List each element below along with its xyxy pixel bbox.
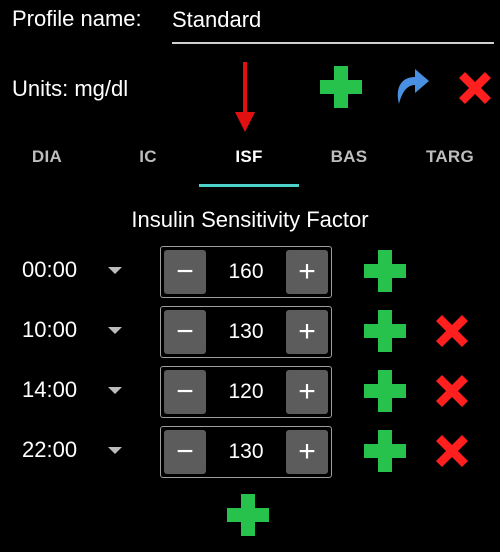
increment-button[interactable]: + (286, 250, 328, 294)
increment-button[interactable]: + (286, 310, 328, 354)
units-label: Units: mg/dl (12, 76, 129, 101)
plus-icon (227, 494, 269, 536)
dropdown-arrow-icon[interactable] (108, 387, 122, 395)
delete-profile-button[interactable] (455, 68, 495, 113)
isf-row: 22:00 − 130 + (0, 422, 500, 482)
decrement-button[interactable]: − (164, 370, 206, 414)
add-row-button[interactable] (362, 308, 408, 359)
close-icon (459, 72, 491, 104)
add-profile-button[interactable] (318, 64, 364, 115)
isf-row: 10:00 − 130 + (0, 302, 500, 362)
annotation-arrow-icon (235, 62, 255, 132)
value-stepper: − 160 + (160, 246, 332, 298)
add-row-button[interactable] (362, 368, 408, 419)
add-entry-button[interactable] (225, 492, 271, 543)
dropdown-arrow-icon[interactable] (108, 267, 122, 275)
plus-icon (364, 370, 406, 412)
time-select[interactable]: 10:00 (22, 317, 77, 343)
stepper-value[interactable]: 130 (209, 440, 283, 464)
close-icon (436, 435, 468, 467)
decrement-button[interactable]: − (164, 250, 206, 294)
tab-ic[interactable]: IC (98, 146, 198, 186)
tab-isf[interactable]: ISF (199, 146, 299, 186)
profile-name-input[interactable] (172, 2, 494, 44)
isf-row: 00:00 − 160 + (0, 242, 500, 302)
section-title: Insulin Sensitivity Factor (131, 207, 369, 232)
time-select[interactable]: 14:00 (22, 377, 77, 403)
stepper-value[interactable]: 130 (209, 320, 283, 344)
delete-row-button[interactable] (432, 311, 472, 356)
delete-row-button[interactable] (432, 431, 472, 476)
value-stepper: − 130 + (160, 306, 332, 358)
increment-button[interactable]: + (286, 430, 328, 474)
add-row-button[interactable] (362, 248, 408, 299)
decrement-button[interactable]: − (164, 430, 206, 474)
undo-button[interactable] (389, 64, 433, 113)
plus-icon (320, 66, 362, 108)
plus-icon (364, 310, 406, 352)
decrement-button[interactable]: − (164, 310, 206, 354)
tab-targ[interactable]: TARG (400, 146, 500, 186)
tab-dia[interactable]: DIA (0, 146, 97, 186)
value-stepper: − 130 + (160, 426, 332, 478)
time-select[interactable]: 22:00 (22, 437, 77, 463)
close-icon (436, 375, 468, 407)
delete-row-button[interactable] (432, 371, 472, 416)
stepper-value[interactable]: 160 (209, 260, 283, 284)
value-stepper: − 120 + (160, 366, 332, 418)
plus-icon (364, 250, 406, 292)
add-row-button[interactable] (362, 428, 408, 479)
dropdown-arrow-icon[interactable] (108, 327, 122, 335)
close-icon (436, 315, 468, 347)
isf-row: 14:00 − 120 + (0, 362, 500, 422)
time-select[interactable]: 00:00 (22, 257, 77, 283)
dropdown-arrow-icon[interactable] (108, 447, 122, 455)
profile-name-label: Profile name: (12, 6, 142, 31)
plus-icon (364, 430, 406, 472)
stepper-value[interactable]: 120 (209, 380, 283, 404)
active-tab-indicator (199, 184, 299, 187)
tab-bas[interactable]: BAS (299, 146, 399, 186)
undo-icon (397, 69, 429, 104)
increment-button[interactable]: + (286, 370, 328, 414)
